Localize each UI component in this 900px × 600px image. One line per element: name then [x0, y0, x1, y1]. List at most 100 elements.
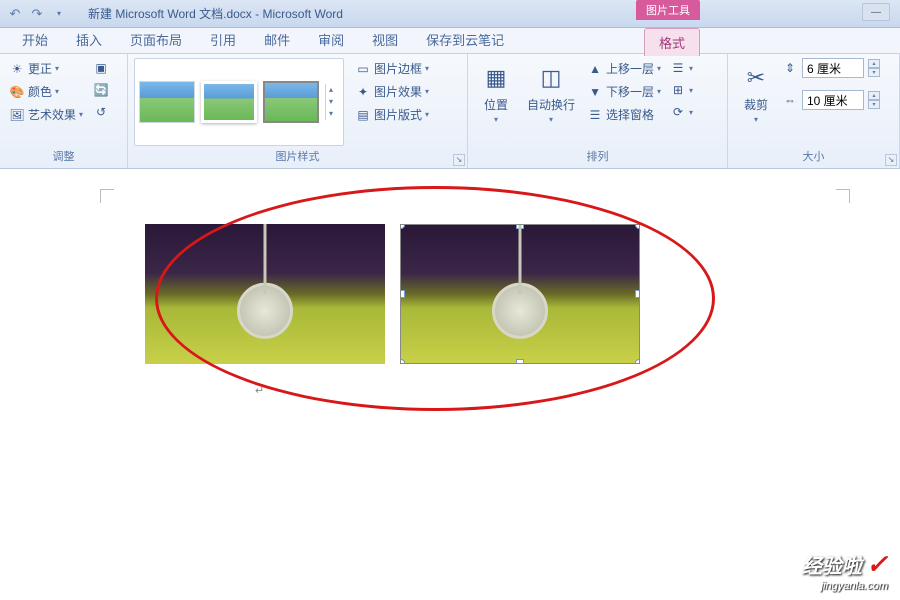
tab-start[interactable]: 开始	[8, 26, 62, 53]
picture-tools-contextual: 图片工具	[636, 0, 700, 20]
paragraph-mark: ↵	[255, 384, 264, 397]
style-thumb-3[interactable]	[263, 81, 319, 123]
chevron-down-icon: ▾	[425, 110, 429, 119]
resize-handle-mr[interactable]	[635, 290, 640, 298]
undo-button[interactable]: ↶	[6, 5, 24, 23]
tab-mailings[interactable]: 邮件	[250, 26, 304, 53]
tab-references[interactable]: 引用	[196, 26, 250, 53]
corrections-button[interactable]: ☀ 更正 ▾	[6, 58, 86, 79]
picture-effects-button[interactable]: ✦ 图片效果 ▾	[352, 81, 432, 102]
change-picture-button[interactable]: 🔄	[90, 80, 112, 100]
selection-pane-icon: ☰	[587, 107, 603, 123]
gallery-expand[interactable]: ▾	[329, 108, 339, 120]
height-input[interactable]	[802, 58, 864, 78]
chevron-down-icon: ▾	[549, 115, 553, 124]
chevron-down-icon: ▾	[657, 64, 661, 73]
gallery-scroll-up[interactable]: ▴	[329, 84, 339, 96]
height-up[interactable]: ▴	[868, 59, 880, 68]
picture-styles-dialog-launcher[interactable]: ↘	[453, 154, 465, 166]
redo-icon: ↷	[32, 6, 43, 22]
bring-forward-icon: ▲	[587, 61, 603, 77]
send-backward-button[interactable]: ▼ 下移一层 ▾	[584, 81, 664, 102]
picture-border-button[interactable]: ▭ 图片边框 ▾	[352, 58, 432, 79]
minimize-icon: —	[871, 7, 881, 18]
height-spinner: ▴ ▾	[868, 59, 880, 77]
reset-picture-button[interactable]: ↺	[90, 102, 112, 122]
chevron-down-icon: ▾	[689, 108, 693, 117]
wrap-text-label: 自动换行	[527, 96, 575, 113]
position-label: 位置	[484, 96, 508, 113]
align-button[interactable]: ☰▾	[667, 58, 696, 78]
gallery-more: ▴ ▾ ▾	[325, 84, 339, 120]
artistic-label: 艺术效果	[28, 106, 76, 123]
crop-button[interactable]: ✂ 裁剪 ▾	[734, 58, 778, 146]
size-group-label: 大小	[734, 146, 893, 166]
width-input[interactable]	[802, 90, 864, 110]
group-button[interactable]: ⊞▾	[667, 80, 696, 100]
compress-picture-button[interactable]: ▣	[90, 58, 112, 78]
position-button[interactable]: ▦ 位置 ▾	[474, 58, 518, 146]
redo-button[interactable]: ↷	[28, 5, 46, 23]
align-icon: ☰	[670, 60, 686, 76]
chevron-down-icon: ▾	[657, 87, 661, 96]
tab-review[interactable]: 审阅	[304, 26, 358, 53]
chevron-down-icon: ▾	[689, 64, 693, 73]
send-backward-label: 下移一层	[606, 83, 654, 100]
tab-format[interactable]: 格式	[644, 28, 700, 56]
width-up[interactable]: ▴	[868, 91, 880, 100]
artistic-icon: 🖼	[9, 107, 25, 123]
gallery-scroll-down[interactable]: ▾	[329, 96, 339, 108]
size-dialog-launcher[interactable]: ↘	[885, 154, 897, 166]
effects-icon: ✦	[355, 84, 371, 100]
picture-styles-gallery[interactable]: ▴ ▾ ▾	[134, 58, 344, 146]
watermark-url: jingyanla.com	[802, 580, 888, 592]
watermark-text: 经验啦	[802, 556, 862, 578]
minimize-button[interactable]: —	[862, 3, 890, 21]
resize-handle-tr[interactable]	[635, 224, 640, 229]
chevron-down-icon: ▾	[57, 9, 61, 18]
resize-handle-ml[interactable]	[400, 290, 405, 298]
adjust-group-label: 调整	[6, 146, 121, 166]
style-thumb-2[interactable]	[201, 81, 257, 123]
tab-insert[interactable]: 插入	[62, 26, 116, 53]
height-row: ⇕ ▴ ▾	[782, 58, 880, 78]
resize-handle-br[interactable]	[635, 359, 640, 364]
qat-customize[interactable]: ▾	[50, 5, 68, 23]
change-picture-icon: 🔄	[93, 82, 109, 98]
chevron-down-icon: ▾	[55, 87, 59, 96]
tab-view[interactable]: 视图	[358, 26, 412, 53]
resize-handle-bl[interactable]	[400, 359, 405, 364]
title-bar: ↶ ↷ ▾ 新建 Microsoft Word 文档.docx - Micros…	[0, 0, 900, 28]
color-icon: 🎨	[9, 84, 25, 100]
inserted-image-2-selected[interactable]	[400, 224, 640, 364]
color-button[interactable]: 🎨 颜色 ▾	[6, 81, 86, 102]
wrap-text-button[interactable]: ◫ 自动换行 ▾	[521, 58, 581, 146]
document-area[interactable]: ↵	[0, 169, 900, 600]
rotate-button[interactable]: ⟳▾	[667, 102, 696, 122]
group-arrange: ▦ 位置 ▾ ◫ 自动换行 ▾ ▲ 上移一层 ▾ ▼ 下移一层 ▾	[468, 54, 728, 168]
compress-icon: ▣	[93, 60, 109, 76]
style-thumb-1[interactable]	[139, 81, 195, 123]
selection-pane-label: 选择窗格	[606, 106, 654, 123]
height-down[interactable]: ▾	[868, 68, 880, 77]
width-spinner: ▴ ▾	[868, 91, 880, 109]
quick-access-toolbar: ↶ ↷ ▾	[6, 5, 68, 23]
resize-handle-tl[interactable]	[400, 224, 405, 229]
checkmark-icon: ✓	[866, 549, 888, 579]
tab-save-cloud[interactable]: 保存到云笔记	[412, 26, 518, 53]
selection-pane-button[interactable]: ☰ 选择窗格	[584, 104, 664, 125]
resize-handle-bm[interactable]	[516, 359, 524, 364]
position-icon: ▦	[480, 62, 512, 94]
bring-forward-button[interactable]: ▲ 上移一层 ▾	[584, 58, 664, 79]
bring-forward-label: 上移一层	[606, 60, 654, 77]
chevron-down-icon: ▾	[425, 64, 429, 73]
chevron-down-icon: ▾	[754, 115, 758, 124]
picture-layout-button[interactable]: ▤ 图片版式 ▾	[352, 104, 432, 125]
ribbon-tabs: 开始 插入 页面布局 引用 邮件 审阅 视图 保存到云笔记 格式	[0, 28, 900, 54]
inserted-image-1[interactable]	[145, 224, 385, 364]
width-icon: ⇔	[782, 92, 798, 108]
width-down[interactable]: ▾	[868, 100, 880, 109]
artistic-effects-button[interactable]: 🖼 艺术效果 ▾	[6, 104, 86, 125]
resize-handle-tm[interactable]	[516, 224, 524, 229]
tab-page-layout[interactable]: 页面布局	[116, 26, 196, 53]
